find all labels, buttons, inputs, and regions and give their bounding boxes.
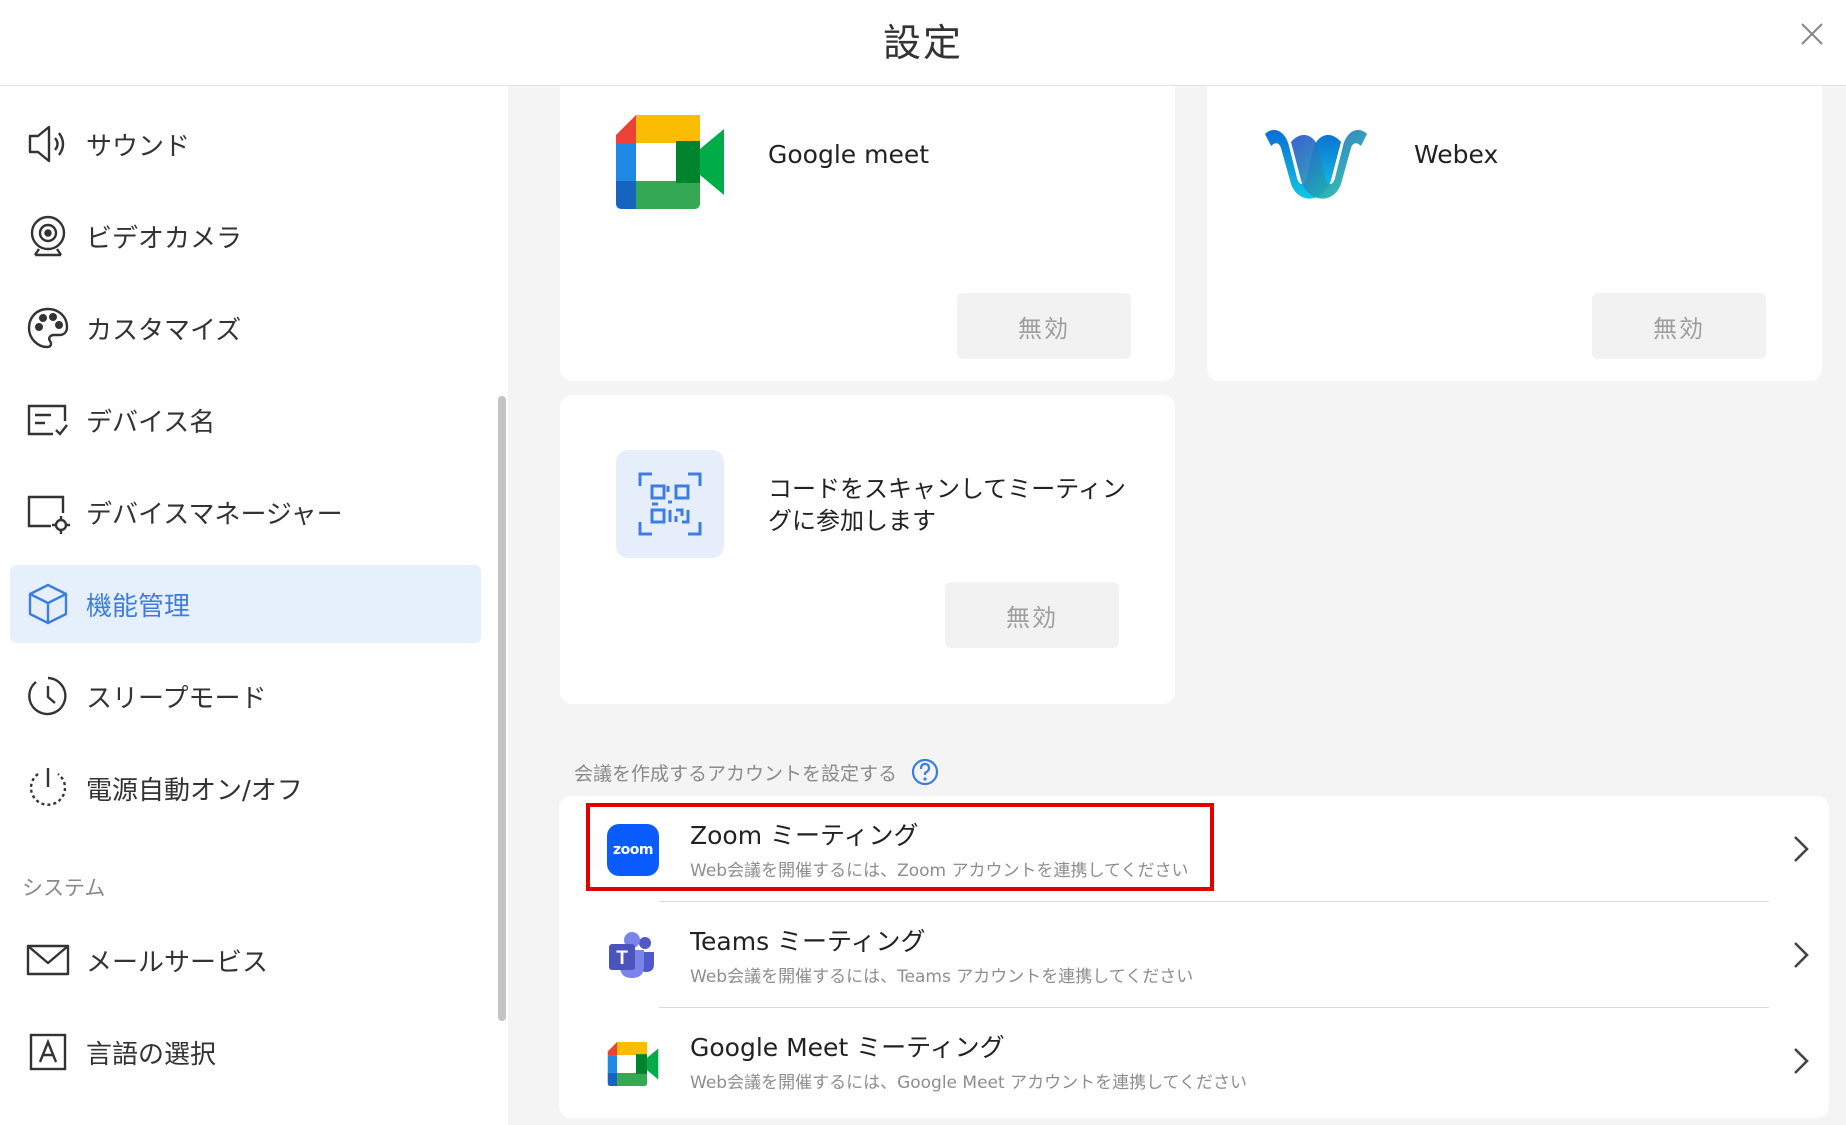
device-name-icon xyxy=(24,396,72,444)
sidebar: サウンド ビデオカメラ カスタマイズ デバイス名 デバイスマネージャー 機能管理… xyxy=(0,86,508,1125)
sidebar-item-label: ビデオカメラ xyxy=(86,223,243,254)
webex-icon xyxy=(1265,130,1367,199)
language-icon xyxy=(24,1028,72,1076)
header: 設定 xyxy=(0,0,1846,86)
account-row-google-meet[interactable]: Google Meet ミーティング Web会議を開催するには、Google M… xyxy=(559,1008,1829,1113)
section-label-system: システム xyxy=(22,876,106,900)
account-row-teams[interactable]: T Teams ミーティング Web会議を開催するには、Teams アカウントを… xyxy=(559,902,1829,1007)
sidebar-item-label: カスタマイズ xyxy=(86,315,242,346)
sidebar-item-label: デバイスマネージャー xyxy=(86,499,343,530)
sidebar-item-video-camera[interactable]: ビデオカメラ xyxy=(10,197,481,275)
sidebar-item-mail-service[interactable]: メールサービス xyxy=(10,921,481,999)
account-title: Zoom ミーティング xyxy=(690,821,919,850)
account-subtitle: Web会議を開催するには、Zoom アカウントを連携してください xyxy=(690,861,1189,881)
account-section-label: 会議を作成するアカウントを設定する xyxy=(574,762,898,785)
palette-icon xyxy=(24,304,72,352)
teams-logo-icon: T xyxy=(609,932,654,978)
clock-icon xyxy=(24,672,72,720)
sidebar-item-device-manager[interactable]: デバイスマネージャー xyxy=(10,473,481,551)
speaker-icon xyxy=(24,120,72,168)
close-icon[interactable] xyxy=(1796,18,1828,50)
account-row-zoom[interactable]: zoom Zoom ミーティング Web会議を開催するには、Zoom アカウント… xyxy=(559,796,1829,901)
help-icon[interactable] xyxy=(911,758,939,786)
account-list: zoom Zoom ミーティング Web会議を開催するには、Zoom アカウント… xyxy=(559,796,1829,1118)
sidebar-item-sleep-mode[interactable]: スリープモード xyxy=(10,657,481,735)
account-title: Teams ミーティング xyxy=(690,927,926,956)
account-section-header: 会議を作成するアカウントを設定する xyxy=(574,758,939,786)
sidebar-scrollbar[interactable] xyxy=(498,396,506,1021)
sidebar-item-customize[interactable]: カスタマイズ xyxy=(10,289,481,367)
sidebar-item-label: デバイス名 xyxy=(86,407,216,438)
account-subtitle: Web会議を開催するには、Google Meet アカウントを連携してください xyxy=(690,1073,1248,1093)
google-meet-logo-icon xyxy=(607,1042,659,1086)
sidebar-item-device-name[interactable]: デバイス名 xyxy=(10,381,481,459)
webcam-icon xyxy=(24,212,72,260)
chevron-right-icon xyxy=(1794,1048,1809,1074)
sidebar-item-label: 電源自動オン/オフ xyxy=(86,775,303,806)
zoom-logo-text: zoom xyxy=(613,842,653,858)
page-title: 設定 xyxy=(882,21,963,65)
sidebar-item-language[interactable]: 言語の選択 xyxy=(10,1013,481,1091)
power-icon xyxy=(24,764,72,812)
card-qr-scan: コードをスキャンしてミーティングに参加します 無効 xyxy=(560,395,1175,704)
qr-code-icon xyxy=(638,472,702,536)
account-subtitle: Web会議を開催するには、Teams アカウントを連携してください xyxy=(690,967,1194,987)
zoom-logo-icon: zoom xyxy=(607,824,659,876)
disable-button[interactable]: 無効 xyxy=(957,293,1131,359)
card-title: コードをスキャンしてミーティングに参加します xyxy=(768,475,1126,535)
disable-button[interactable]: 無効 xyxy=(945,582,1119,648)
card-google-meet: Google meet 無効 xyxy=(560,86,1175,381)
mail-icon xyxy=(24,936,72,984)
sidebar-item-sound[interactable]: サウンド xyxy=(10,105,481,183)
disable-button[interactable]: 無効 xyxy=(1592,293,1766,359)
device-manager-icon xyxy=(24,488,72,536)
sidebar-item-feature-management[interactable]: 機能管理 xyxy=(10,565,481,643)
sidebar-item-label: 機能管理 xyxy=(86,591,191,622)
qr-icon-tile xyxy=(616,450,724,558)
sidebar-item-label: サウンド xyxy=(86,131,191,162)
account-title: Google Meet ミーティング xyxy=(690,1033,1005,1062)
google-meet-icon xyxy=(616,115,724,209)
main-content: Google meet 無効 Webex 無効 コードをスキャンしてミーティング… xyxy=(508,86,1846,1125)
card-title: Webex xyxy=(1414,140,1499,169)
chevron-right-icon xyxy=(1794,836,1809,862)
sidebar-item-label: スリープモード xyxy=(86,683,267,714)
card-webex: Webex 無効 xyxy=(1207,86,1822,381)
teams-logo-text: T xyxy=(616,948,628,969)
sidebar-item-label: 言語の選択 xyxy=(86,1039,217,1070)
cube-icon xyxy=(24,580,72,628)
card-title: Google meet xyxy=(768,140,930,169)
sidebar-item-label: メールサービス xyxy=(86,947,269,978)
chevron-right-icon xyxy=(1794,942,1809,968)
sidebar-item-auto-power[interactable]: 電源自動オン/オフ xyxy=(10,749,481,827)
